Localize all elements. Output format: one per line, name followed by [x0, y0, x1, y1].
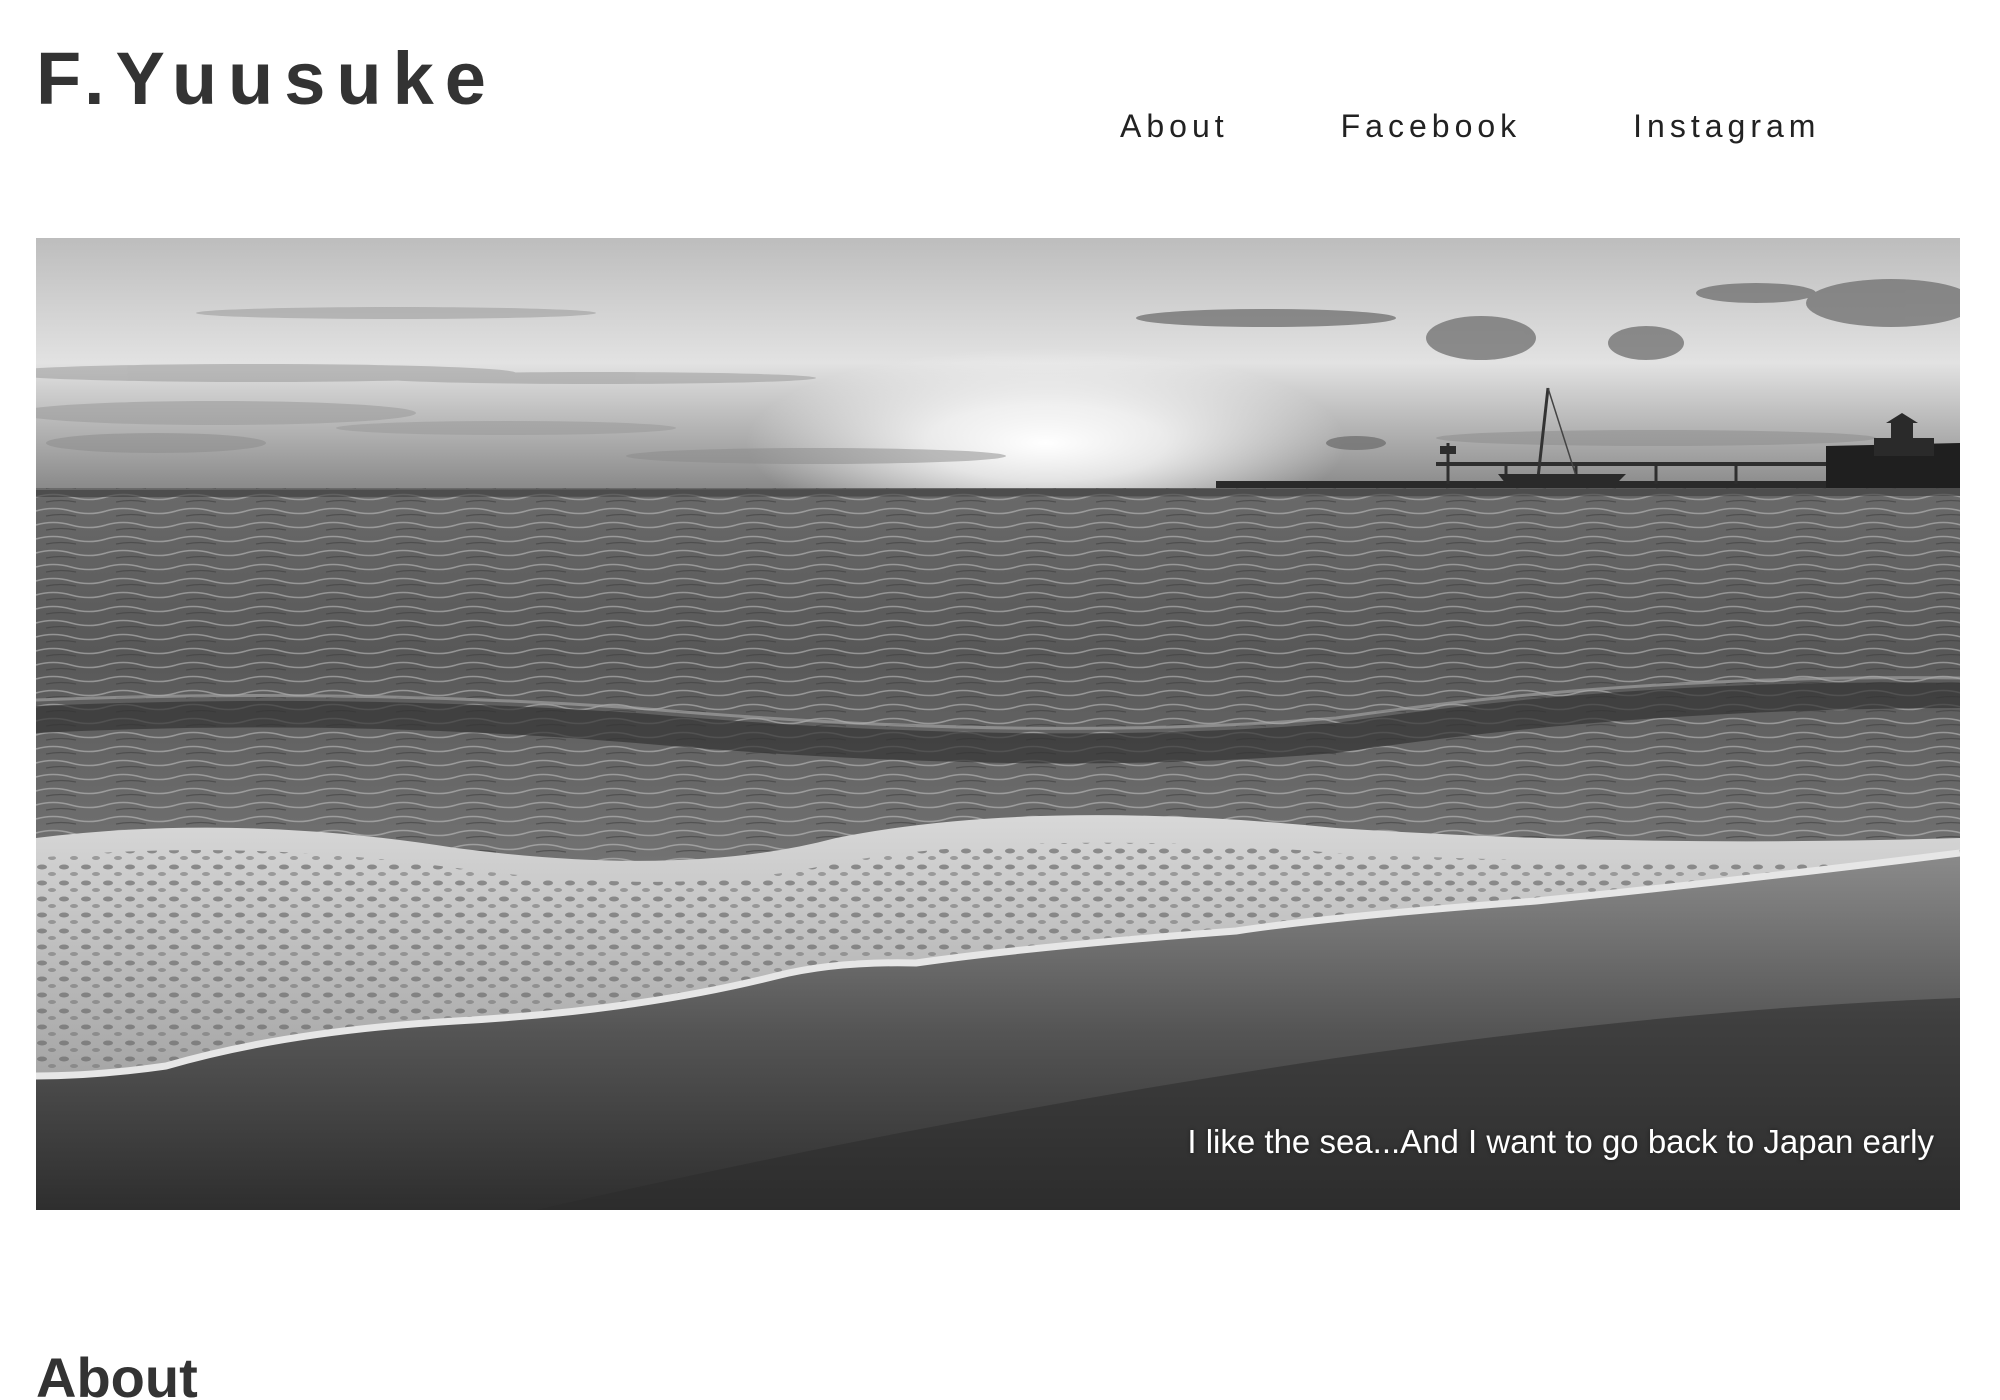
- page: F.Yuusuke About Facebook Instagram I lik…: [0, 0, 2000, 1400]
- nav-link-instagram[interactable]: Instagram: [1633, 110, 1820, 142]
- hero-photo: [36, 238, 1960, 1210]
- site-title[interactable]: F.Yuusuke: [36, 42, 497, 116]
- hero-section: I like the sea...And I want to go back t…: [36, 238, 1960, 1210]
- site-header: F.Yuusuke About Facebook Instagram: [0, 0, 2000, 220]
- nav-link-about[interactable]: About: [1120, 110, 1229, 142]
- nav-link-facebook[interactable]: Facebook: [1341, 110, 1522, 142]
- main-nav: About Facebook Instagram: [1120, 110, 1820, 142]
- about-heading: About: [36, 1346, 198, 1400]
- hero-caption: I like the sea...And I want to go back t…: [1187, 1123, 1934, 1160]
